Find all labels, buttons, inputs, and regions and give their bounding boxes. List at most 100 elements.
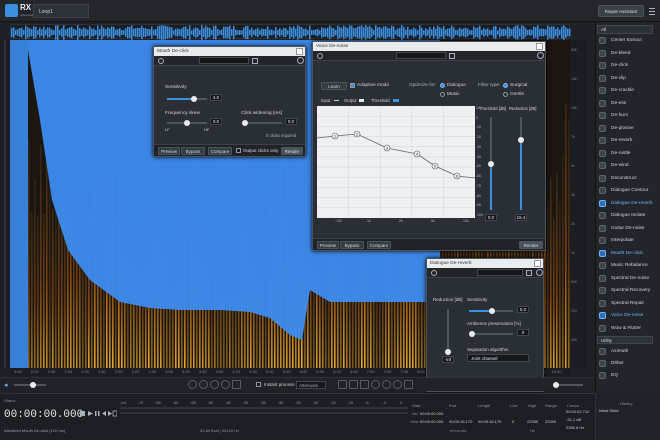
render-button[interactable]: Render (519, 241, 543, 249)
bypass-button[interactable]: Bypass (181, 147, 205, 155)
view-start[interactable]: 00:00:00.000 (420, 419, 443, 424)
preset-menu-icon[interactable] (449, 53, 455, 59)
lasso-icon[interactable] (371, 380, 380, 389)
module-item[interactable]: De-ess (597, 98, 657, 109)
hand-tool-icon[interactable] (232, 380, 241, 389)
gear-icon[interactable] (158, 58, 164, 64)
threshold-value[interactable]: 0.0 (485, 214, 497, 221)
utility-item[interactable]: Dither (597, 358, 657, 369)
threshold-curve-graph[interactable]: 123456 (316, 106, 476, 218)
module-filter-dropdown[interactable]: All (597, 25, 653, 34)
module-item[interactable]: Mouth De-click (597, 248, 657, 259)
time-select-icon[interactable] (338, 380, 347, 389)
module-item[interactable]: Center Extract (597, 35, 657, 46)
module-item[interactable]: Spectral Repair (597, 298, 657, 309)
waveform-overview[interactable] (10, 24, 571, 40)
zoom-in-icon[interactable] (188, 380, 197, 389)
zoom-selection-icon[interactable] (210, 380, 219, 389)
reduction-slider[interactable] (518, 117, 524, 210)
waveform-tool-icon[interactable] (404, 380, 413, 389)
module-item[interactable]: Spectral De-noise (597, 273, 657, 284)
output-clicks-checkbox[interactable] (236, 148, 241, 153)
preview-button[interactable]: Preview (317, 241, 339, 249)
brush-icon[interactable] (382, 380, 391, 389)
click-widening-slider[interactable] (242, 120, 282, 126)
zoom-out-icon[interactable] (199, 380, 208, 389)
threshold-slider[interactable] (488, 117, 494, 210)
music-radio[interactable] (440, 92, 445, 97)
help-icon[interactable] (536, 269, 543, 276)
close-icon[interactable] (534, 260, 541, 267)
module-item[interactable]: Music Rebalance (597, 260, 657, 271)
close-icon[interactable] (296, 48, 303, 55)
module-item[interactable]: De-clip (597, 73, 657, 84)
sensitivity-value[interactable]: 5.0 (517, 306, 529, 313)
render-button[interactable]: Render (281, 147, 303, 155)
module-item[interactable]: Guitar De-noise (597, 223, 657, 234)
utility-item[interactable]: EQ (597, 370, 657, 381)
compare-button[interactable]: Compare (367, 241, 391, 249)
menu-icon[interactable] (648, 6, 656, 16)
voice-denoise-title[interactable]: Voice De-noise (313, 42, 545, 51)
preset-dropdown[interactable] (477, 269, 523, 276)
speaker-icon[interactable]: ◂ (4, 381, 8, 389)
compare-button[interactable]: Compare (208, 147, 232, 155)
gear-icon[interactable] (317, 53, 323, 59)
module-item[interactable]: De-crackle (597, 85, 657, 96)
history-initial-state[interactable]: Initial State (599, 408, 619, 413)
reduction-value[interactable]: 15.4 (515, 214, 527, 221)
reduction-slider[interactable] (445, 309, 451, 355)
bypass-button[interactable]: Bypass (340, 241, 364, 249)
module-item[interactable]: De-rustle (597, 148, 657, 159)
sensitivity-slider[interactable] (167, 96, 207, 102)
surgical-radio[interactable] (503, 83, 508, 88)
magic-wand-icon[interactable] (393, 380, 402, 389)
module-item[interactable]: Deconstruct (597, 173, 657, 184)
utility-item[interactable]: Azimuth (597, 346, 657, 357)
adaptive-mode-checkbox[interactable] (350, 83, 355, 88)
frequency-skew-value[interactable]: 0.0 (210, 118, 222, 125)
module-item[interactable]: Wow & Flutter (597, 323, 657, 334)
process-mode-dropdown[interactable]: Attenuate (296, 381, 326, 389)
module-item[interactable]: De-plosive (597, 123, 657, 134)
module-item[interactable]: Dialogue De-reverb (597, 198, 657, 209)
sensitivity-slider[interactable] (469, 308, 513, 314)
view-end[interactable]: 00:05:16.170 (449, 419, 472, 424)
range-value[interactable]: 22050 (545, 419, 556, 424)
module-item[interactable]: De-click (597, 60, 657, 71)
module-item[interactable]: Interpolate (597, 235, 657, 246)
preset-menu-icon[interactable] (526, 270, 532, 276)
gear-icon[interactable] (431, 270, 437, 276)
opacity-slider[interactable] (553, 382, 583, 388)
file-tab[interactable]: Loop1 (33, 4, 89, 18)
click-widening-value[interactable]: 0.0 (285, 118, 297, 125)
mouth-declick-title[interactable]: Mouth De-click (154, 47, 305, 56)
module-item[interactable]: Dialogue Contour (597, 185, 657, 196)
module-item[interactable]: Dialogue Isolate (597, 210, 657, 221)
preset-menu-icon[interactable] (252, 58, 258, 64)
view-length[interactable]: 00:05:16.170 (478, 419, 501, 424)
high-value[interactable]: 22050 (527, 419, 538, 424)
module-item[interactable]: De-wind (597, 160, 657, 171)
frequency-select-icon[interactable] (349, 380, 358, 389)
sel-start[interactable]: 00:00:00.000 (420, 411, 443, 416)
reduction-value[interactable]: -inf (442, 356, 454, 363)
help-icon[interactable] (537, 52, 544, 59)
dialogue-radio[interactable] (440, 83, 445, 88)
zoom-fit-icon[interactable] (221, 380, 230, 389)
repair-assistant-button[interactable]: Repair Assistant (598, 5, 644, 17)
rect-select-icon[interactable] (360, 380, 369, 389)
dialogue-dereverb-title[interactable]: Dialogue De-reverb (427, 259, 543, 268)
low-value[interactable]: 0 (512, 419, 514, 424)
module-item[interactable]: De-bleed (597, 48, 657, 59)
module-item[interactable]: Spectral Recovery (597, 285, 657, 296)
module-item[interactable]: Voice De-noise (597, 310, 657, 321)
volume-slider[interactable] (14, 382, 46, 388)
sensitivity-value[interactable]: 4.0 (210, 94, 222, 101)
help-icon[interactable] (297, 57, 304, 64)
preset-dropdown[interactable] (396, 52, 446, 59)
instant-process-checkbox[interactable] (256, 382, 261, 387)
separation-dropdown[interactable]: Joint channel (467, 354, 529, 362)
module-item[interactable]: De-hum (597, 110, 657, 121)
frequency-skew-slider[interactable] (167, 120, 207, 126)
